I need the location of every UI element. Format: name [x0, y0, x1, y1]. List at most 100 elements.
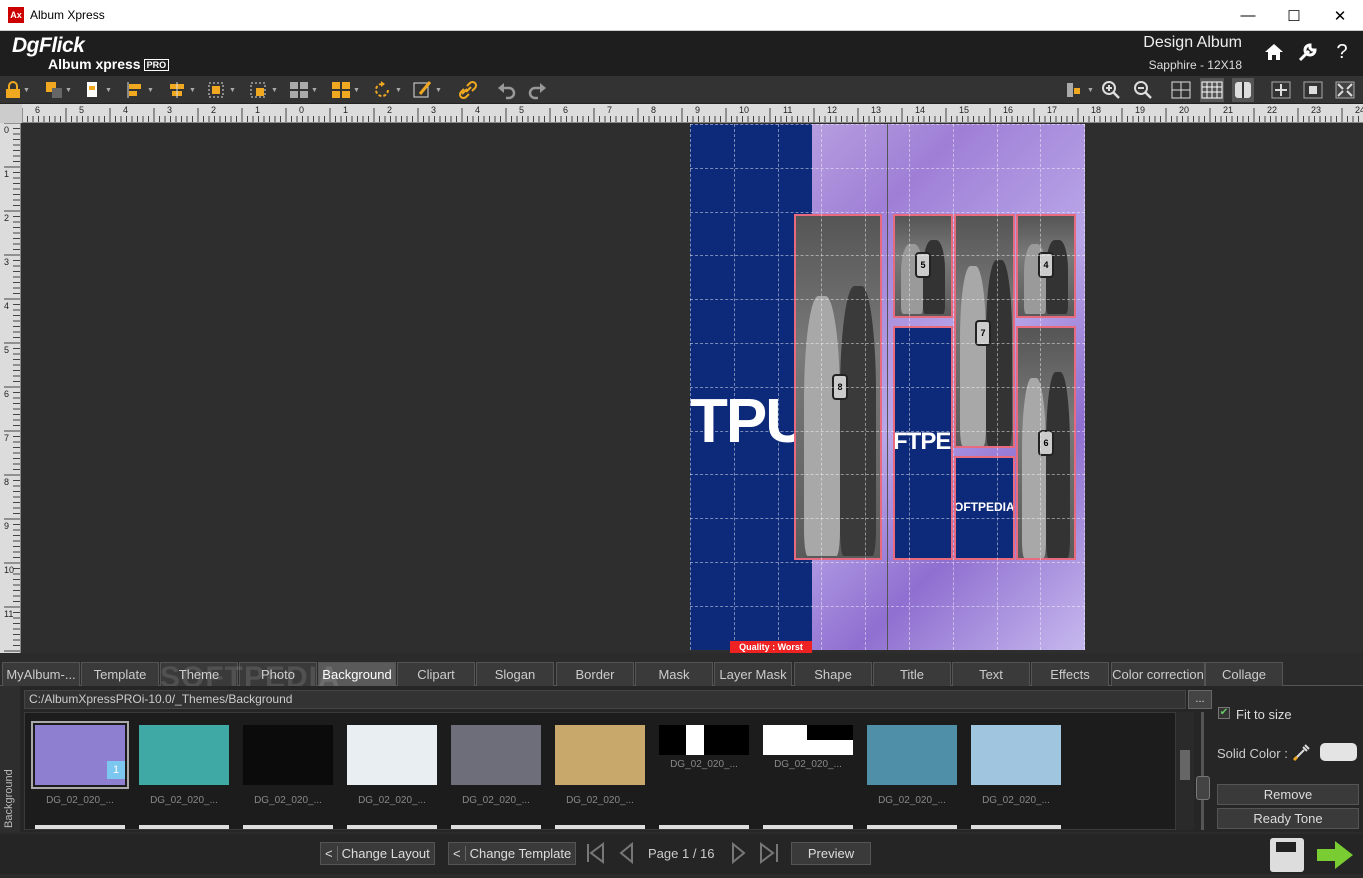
ruler-label: 6 [563, 105, 568, 115]
split-view-icon[interactable] [1232, 78, 1254, 102]
move-icon[interactable] [1270, 78, 1292, 102]
change-layout-button[interactable]: <Change Layout [320, 842, 435, 865]
grid-on-icon[interactable] [1200, 78, 1224, 102]
background-thumbnail[interactable] [139, 725, 229, 785]
change-template-button[interactable]: <Change Template [448, 842, 576, 865]
edit-tool-icon[interactable]: ▼ [412, 78, 442, 102]
arrange-icon[interactable]: ▼ [44, 78, 72, 102]
tab-effects[interactable]: Effects [1031, 662, 1109, 686]
panel-side-label: Background [0, 686, 20, 832]
background-thumbnail[interactable] [659, 725, 749, 755]
rotate-icon[interactable]: ▼ [372, 78, 402, 102]
remove-button[interactable]: Remove [1217, 784, 1359, 805]
ready-tone-button[interactable]: Ready Tone [1217, 808, 1359, 829]
thumbnail-caption: DG_02_020_... [550, 795, 650, 806]
photo-frame-7[interactable]: 7 [954, 214, 1015, 448]
product-size: Sapphire - 12X18 [1149, 58, 1242, 72]
redo-icon[interactable] [526, 78, 548, 102]
background-text: TPU [690, 386, 808, 457]
previous-page-icon[interactable] [618, 842, 636, 870]
solid-color-swatch[interactable] [1320, 743, 1357, 761]
ruler-label: 9 [695, 105, 700, 115]
distribute-center-icon[interactable]: ▼ [166, 78, 196, 102]
grid-layout-icon[interactable]: ▼ [288, 78, 318, 102]
tab-collage[interactable]: Collage [1205, 662, 1283, 686]
align-icon[interactable]: ▼ [84, 78, 112, 102]
tab-border[interactable]: Border [556, 662, 634, 686]
fit-page-icon[interactable] [1302, 78, 1324, 102]
undo-icon[interactable] [496, 78, 518, 102]
ruler-label: 1 [343, 105, 348, 115]
browse-button[interactable]: ... [1188, 690, 1212, 709]
album-page-canvas[interactable]: TPU 8 5 7 4 FTPE OFTPEDIA 6 [690, 124, 1085, 650]
fit-to-size-checkbox[interactable]: ✔ [1218, 707, 1230, 719]
photo-frame-6[interactable]: 6 [1016, 326, 1076, 560]
thumbnail-scrollbar[interactable] [1176, 712, 1194, 830]
tab-template[interactable]: Template [81, 662, 159, 686]
zoom-in-icon[interactable] [1100, 78, 1122, 102]
background-thumbnail[interactable] [971, 725, 1061, 785]
background-thumbnail[interactable] [243, 725, 333, 785]
tab-slogan[interactable]: Slogan [476, 662, 554, 686]
app-icon: Ax [8, 7, 24, 23]
tab-color-correction[interactable]: Color correction [1111, 662, 1205, 686]
lock-icon[interactable]: ▼ [4, 78, 30, 102]
tab-clipart[interactable]: Clipart [397, 662, 475, 686]
close-button[interactable]: ✕ [1317, 0, 1363, 31]
ruler-label: 24 [1355, 105, 1363, 115]
distribute-left-icon[interactable]: ▼ [126, 78, 154, 102]
grid-off-icon[interactable] [1170, 78, 1192, 102]
help-icon[interactable]: ? [1329, 39, 1355, 65]
ruler-label: 6 [4, 389, 9, 399]
preview-button[interactable]: Preview [791, 842, 871, 865]
next-step-arrow-icon[interactable] [1315, 838, 1355, 878]
photo-frame-5[interactable]: 5 [893, 214, 953, 318]
background-thumbnail[interactable] [451, 725, 541, 785]
select-frame-icon[interactable]: ▼ [206, 78, 236, 102]
minimize-button[interactable]: — [1225, 0, 1271, 31]
text-frame-1[interactable]: FTPE [893, 326, 953, 560]
ruler-label: 14 [915, 105, 925, 115]
last-page-icon[interactable] [758, 842, 780, 870]
mode-title: Design Album [1143, 34, 1242, 52]
next-page-icon[interactable] [730, 842, 748, 870]
thumbnail-caption: DG_02_020_... [238, 795, 338, 806]
snap-icon[interactable]: ▼ [1064, 78, 1094, 102]
tab-mask[interactable]: Mask [635, 662, 713, 686]
eyedropper-icon[interactable] [1292, 742, 1312, 767]
link-icon[interactable] [458, 78, 480, 102]
ruler-label: 0 [4, 125, 9, 135]
tab-layer-mask[interactable]: Layer Mask [714, 662, 792, 686]
size-slider[interactable] [1196, 712, 1210, 830]
ruler-label: 17 [1047, 105, 1057, 115]
background-thumbnail[interactable] [555, 725, 645, 785]
zoom-out-icon[interactable] [1132, 78, 1154, 102]
first-page-icon[interactable] [585, 842, 607, 870]
thumbnail-caption: DG_02_020_... [654, 759, 754, 770]
fullscreen-icon[interactable] [1334, 78, 1356, 102]
home-icon[interactable] [1261, 39, 1287, 65]
background-thumbnail[interactable]: 1 [35, 725, 125, 785]
tab-text[interactable]: Text [952, 662, 1030, 686]
select-group-icon[interactable]: ▼ [248, 78, 278, 102]
ruler-label: 3 [167, 105, 172, 115]
app-header: DgFlick Album xpressPRO Design Album Sap… [0, 31, 1363, 76]
thumbnail-caption: DG_02_020_... [446, 795, 546, 806]
text-frame-2[interactable]: OFTPEDIA [954, 456, 1015, 560]
background-thumbnail-partial [451, 825, 541, 830]
grid-layout-orange-icon[interactable]: ▼ [330, 78, 360, 102]
tab-shape[interactable]: Shape [794, 662, 872, 686]
save-icon[interactable] [1270, 838, 1304, 872]
tab-title[interactable]: Title [873, 662, 951, 686]
background-thumbnail[interactable] [867, 725, 957, 785]
background-thumbnail[interactable] [763, 725, 853, 755]
thumbnail-caption: DG_02_020_... [342, 795, 442, 806]
tab-myalbum[interactable]: MyAlbum-... [2, 662, 80, 686]
photo-frame-4[interactable]: 4 [1016, 214, 1076, 318]
maximize-button[interactable]: ☐ [1271, 0, 1317, 31]
path-field[interactable]: C:/AlbumXpressPROi-10.0/_Themes/Backgrou… [24, 690, 1186, 709]
vertical-ruler: 01234567891011 [0, 123, 21, 653]
wrench-icon[interactable] [1295, 39, 1321, 65]
background-thumbnail[interactable] [347, 725, 437, 785]
ruler-label: 5 [4, 345, 9, 355]
